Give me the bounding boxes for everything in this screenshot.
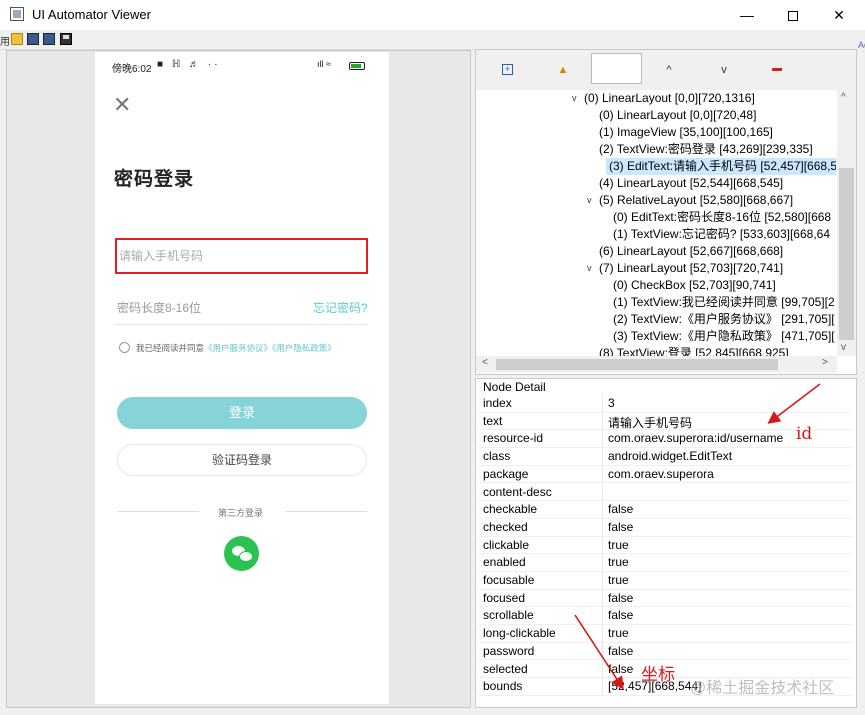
- app-window: UI Automator Viewer — ✕ 用 傍晚6:02 ■ ℍ ♬ ·…: [0, 0, 865, 715]
- coordinate-annotation: 坐标: [641, 665, 675, 685]
- watermark: @稀土掘金技术社区: [690, 680, 835, 697]
- coord-arrow: [574, 614, 624, 690]
- id-arrow: [767, 383, 821, 424]
- annotation-arrows: [574, 383, 821, 690]
- id-annotation: id: [796, 424, 813, 444]
